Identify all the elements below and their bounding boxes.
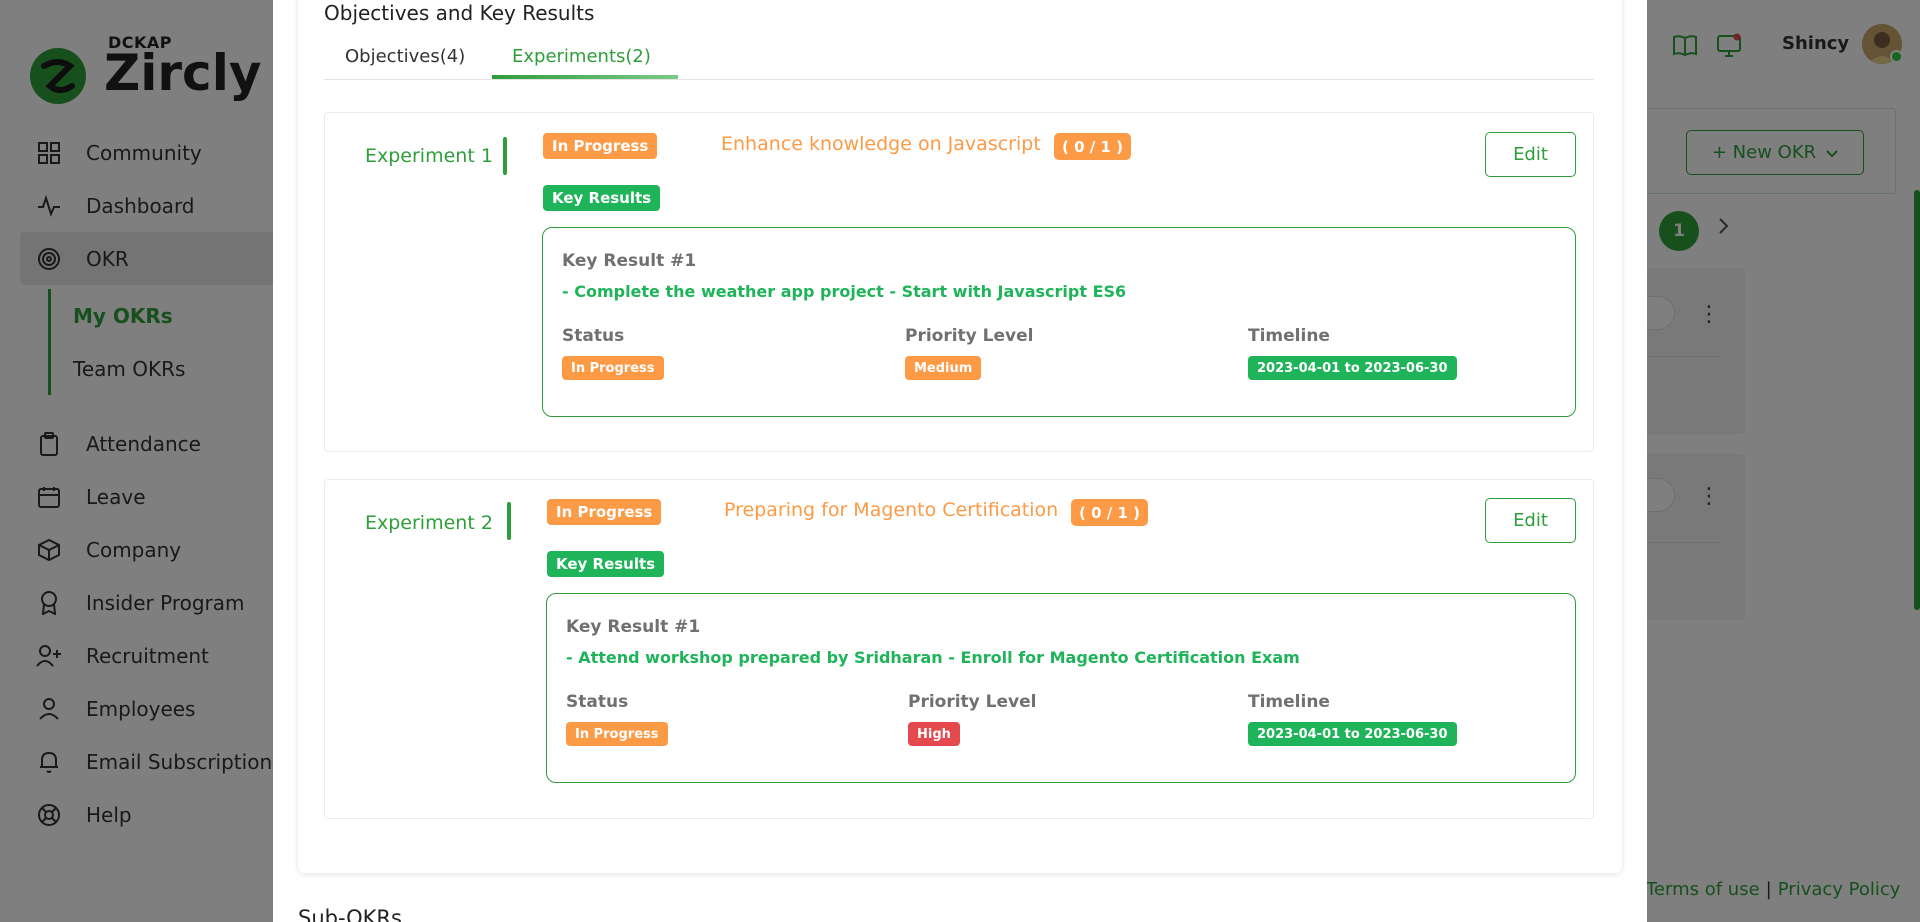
key-result-description: - Attend workshop prepared by Sridharan … [566,648,1300,667]
timeline-label: Timeline [1248,692,1330,712]
key-results-badge: Key Results [543,185,661,211]
experiment-status-badge: In Progress [547,499,662,525]
experiment-indicator-bar [503,137,507,175]
status-badge: In Progress [562,356,664,380]
status-label: Status [566,692,629,712]
experiment-card: Experiment 2 In Progress Preparing for M… [324,479,1594,819]
experiment-title[interactable]: Preparing for Magento Certification [724,499,1058,521]
status-badge: In Progress [566,722,668,746]
tab-objectives[interactable]: Objectives(4) [345,46,465,67]
priority-label: Priority Level [908,692,1037,712]
experiment-count-badge: ( 0 / 1 ) [1071,499,1148,526]
experiment-indicator-bar [507,502,511,540]
okr-card: Objectives and Key Results Objectives(4)… [298,0,1622,873]
priority-label: Priority Level [905,326,1034,346]
experiment-card: Experiment 1 In Progress Enhance knowled… [324,112,1594,452]
key-result-card: Key Result #1 - Attend workshop prepared… [546,593,1576,783]
edit-button[interactable]: Edit [1485,498,1576,543]
key-result-title: Key Result #1 [562,251,697,271]
key-result-description: - Complete the weather app project - Sta… [562,282,1127,301]
okr-detail-modal: Objectives and Key Results Objectives(4)… [273,0,1647,922]
experiment-label: Experiment 1 [365,145,493,167]
experiment-title[interactable]: Enhance knowledge on Javascript [721,133,1041,155]
priority-badge: High [908,722,960,746]
experiment-label: Experiment 2 [365,512,493,534]
key-result-card: Key Result #1 - Complete the weather app… [542,227,1576,417]
key-result-title: Key Result #1 [566,617,701,637]
experiment-status-badge: In Progress [543,133,658,159]
section-title: Objectives and Key Results [324,1,595,25]
sub-okrs-heading: Sub-OKRs [298,906,402,922]
status-label: Status [562,326,625,346]
okr-tabs: Objectives(4) Experiments(2) [324,38,1594,80]
experiment-count-badge: ( 0 / 1 ) [1054,133,1131,160]
priority-badge: Medium [905,356,982,380]
active-tab-indicator [492,75,678,79]
timeline-badge: 2023-04-01 to 2023-06-30 [1248,722,1457,746]
key-results-badge: Key Results [547,551,665,577]
edit-button[interactable]: Edit [1485,132,1576,177]
timeline-badge: 2023-04-01 to 2023-06-30 [1248,356,1457,380]
timeline-label: Timeline [1248,326,1330,346]
tab-experiments[interactable]: Experiments(2) [512,46,651,67]
